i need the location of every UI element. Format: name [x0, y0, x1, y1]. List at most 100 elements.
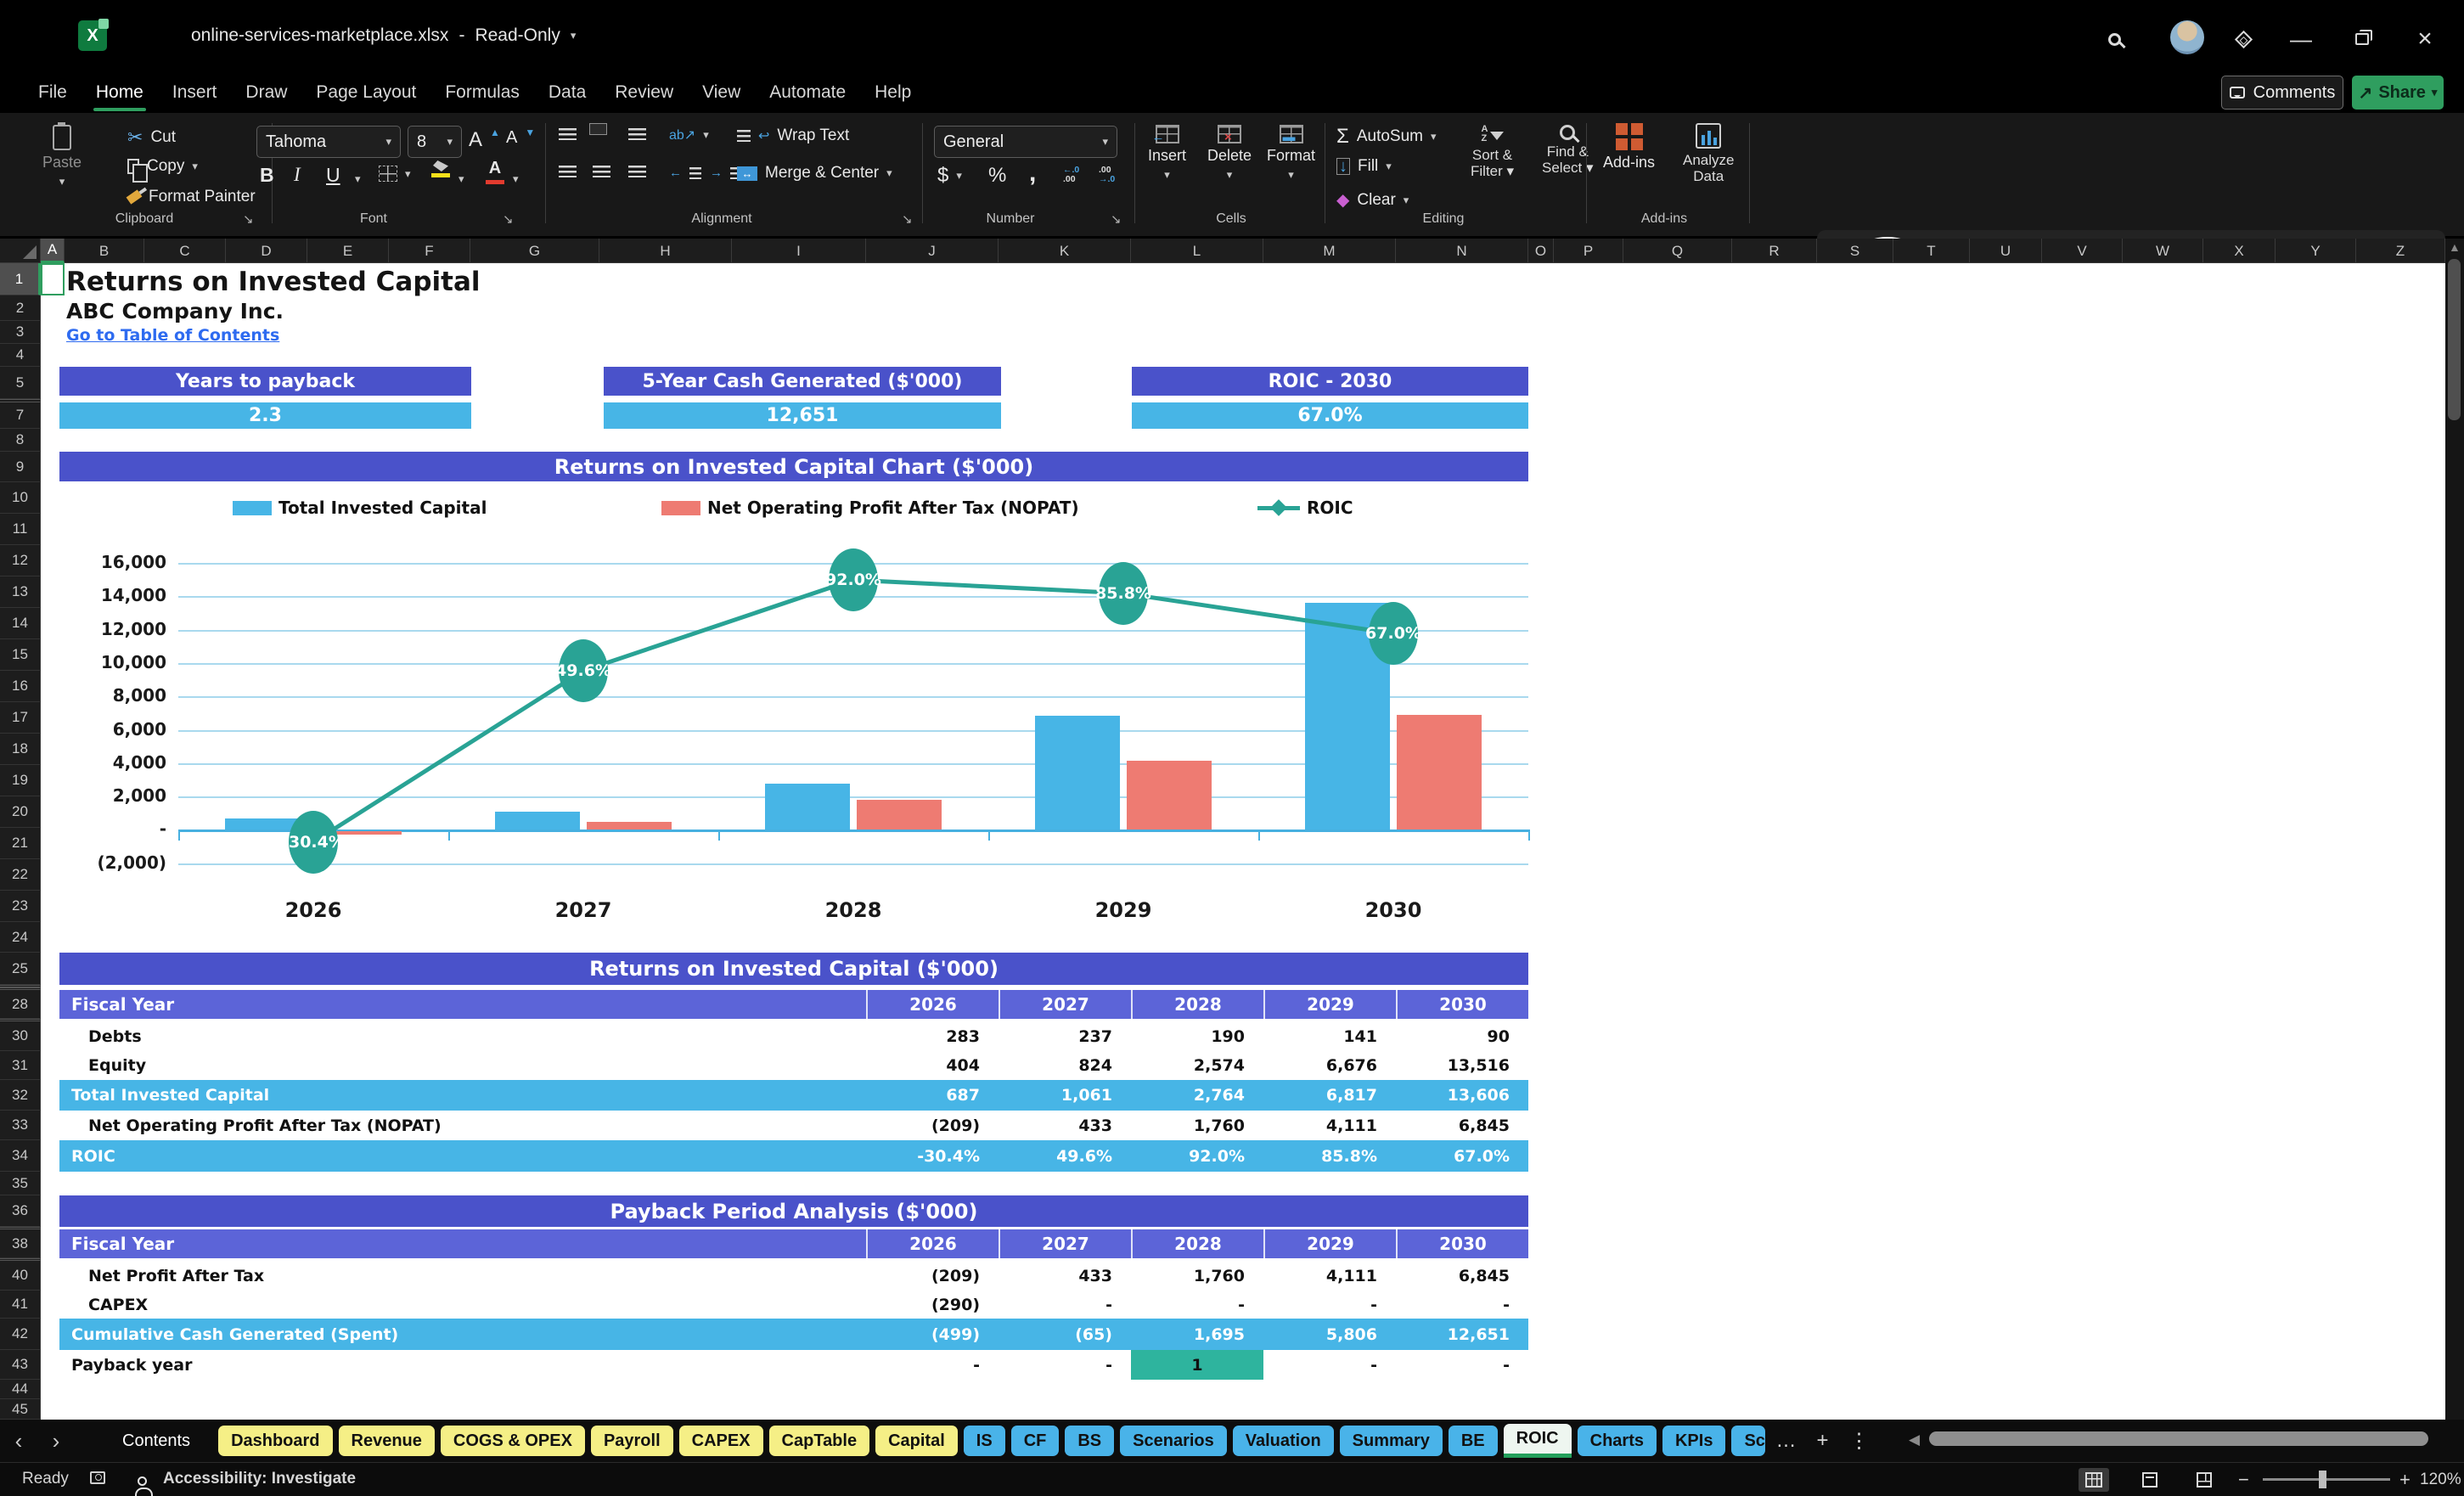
insert-cells-button[interactable]: ← Insert ▾ — [1148, 125, 1186, 182]
decrease-font-button[interactable]: A ▼ — [506, 127, 535, 148]
sort-filter-button[interactable]: AZ Sort & Filter ▾ — [1471, 125, 1514, 180]
page-layout-view-button[interactable] — [2135, 1468, 2165, 1492]
column-header-E[interactable]: E — [307, 239, 389, 263]
row-header-16[interactable]: 16 — [0, 671, 41, 702]
row-header-5[interactable]: 5 — [0, 367, 41, 399]
font-color-chevron-icon[interactable]: ▾ — [513, 172, 519, 186]
column-header-L[interactable]: L — [1131, 239, 1263, 263]
copy-button[interactable]: Copy ▾ — [127, 157, 198, 183]
zoom-in-button[interactable]: + — [2399, 1469, 2411, 1491]
row-header-22[interactable]: 22 — [0, 859, 41, 891]
fill-color-chevron-icon[interactable]: ▾ — [458, 172, 464, 186]
page-break-view-button[interactable] — [2189, 1468, 2219, 1492]
align-middle-button[interactable] — [589, 123, 607, 135]
format-painter-button[interactable]: Format Painter — [126, 188, 256, 206]
zoom-slider-thumb[interactable] — [2319, 1471, 2326, 1488]
row-header-14[interactable]: 14 — [0, 608, 41, 639]
row-header-2[interactable]: 2 — [0, 295, 41, 321]
macro-record-icon[interactable] — [90, 1471, 105, 1484]
close-button[interactable]: × — [2408, 22, 2442, 56]
minimize-button[interactable]: — — [2284, 22, 2318, 56]
bold-button[interactable]: B — [260, 164, 274, 187]
column-header-F[interactable]: F — [389, 239, 470, 263]
underline-chevron-icon[interactable]: ▾ — [355, 172, 361, 186]
column-header-N[interactable]: N — [1396, 239, 1528, 263]
delete-cells-button[interactable]: × Delete ▾ — [1207, 125, 1252, 182]
row-header-38[interactable]: 38 — [0, 1229, 41, 1258]
menu-tab-formulas[interactable]: Formulas — [430, 72, 534, 113]
column-header-I[interactable]: I — [732, 239, 866, 263]
increase-font-button[interactable]: A ▲ — [469, 127, 500, 152]
menu-tab-insert[interactable]: Insert — [158, 72, 232, 113]
autosum-button[interactable]: Σ AutoSum ▾ — [1336, 125, 1437, 149]
borders-button[interactable]: ▾ — [379, 166, 411, 182]
column-header-C[interactable]: C — [144, 239, 226, 263]
new-sheet-button[interactable]: + — [1816, 1429, 1828, 1453]
avatar[interactable] — [2170, 20, 2204, 54]
table-of-contents-link[interactable]: Go to Table of Contents — [66, 326, 279, 345]
vertical-scrollbar[interactable]: ▲ — [2445, 239, 2464, 1420]
align-right-button[interactable] — [628, 166, 646, 177]
tab-nav-left-icon[interactable]: ‹ — [0, 1428, 37, 1454]
column-header-H[interactable]: H — [599, 239, 732, 263]
read-only-label[interactable]: Read-Only — [475, 25, 560, 46]
row-header-34[interactable]: 34 — [0, 1140, 41, 1172]
row-header-40[interactable]: 40 — [0, 1261, 41, 1291]
menu-tab-automate[interactable]: Automate — [755, 72, 860, 113]
row-header-43[interactable]: 43 — [0, 1350, 41, 1380]
row-header-3[interactable]: 3 — [0, 321, 41, 344]
column-header-B[interactable]: B — [65, 239, 144, 263]
sheet-tab-payroll[interactable]: Payroll — [590, 1426, 673, 1456]
row-header-13[interactable]: 13 — [0, 576, 41, 608]
paste-button[interactable]: Paste ▾ — [42, 122, 82, 188]
horizontal-scroll-thumb[interactable] — [1929, 1431, 2428, 1446]
column-header-G[interactable]: G — [470, 239, 599, 263]
column-header-R[interactable]: R — [1732, 239, 1817, 263]
row-header-1[interactable]: 1 — [0, 263, 41, 295]
read-only-chevron-icon[interactable]: ▾ — [571, 29, 577, 42]
column-header-O[interactable]: O — [1528, 239, 1554, 263]
restore-button[interactable] — [2345, 22, 2379, 56]
menu-tab-page-layout[interactable]: Page Layout — [301, 72, 430, 113]
menu-tab-help[interactable]: Help — [860, 72, 925, 113]
add-ins-button[interactable]: Add-ins — [1603, 123, 1655, 172]
column-header-Q[interactable]: Q — [1623, 239, 1732, 263]
zoom-slider[interactable] — [2263, 1478, 2390, 1481]
sheet-tab-sc[interactable]: Sc — [1731, 1426, 1766, 1456]
column-header-V[interactable]: V — [2042, 239, 2123, 263]
comments-button[interactable]: Comments — [2221, 76, 2343, 110]
row-header-44[interactable]: 44 — [0, 1380, 41, 1399]
fill-button[interactable]: ↓ Fill ▾ — [1336, 157, 1392, 176]
column-header-W[interactable]: W — [2123, 239, 2203, 263]
row-header-9[interactable]: 9 — [0, 452, 41, 482]
row-header-10[interactable]: 10 — [0, 482, 41, 514]
wrap-text-button[interactable]: ↩ Wrap Text — [737, 127, 849, 145]
row-header-30[interactable]: 30 — [0, 1021, 41, 1051]
sheet-tab-cogs-opex[interactable]: COGS & OPEX — [440, 1426, 585, 1456]
row-header-33[interactable]: 33 — [0, 1111, 41, 1140]
column-header-P[interactable]: P — [1554, 239, 1623, 263]
number-format-select[interactable]: General ▾ — [934, 126, 1117, 158]
row-header-19[interactable]: 19 — [0, 765, 41, 796]
menu-tab-data[interactable]: Data — [534, 72, 600, 113]
column-header-K[interactable]: K — [999, 239, 1131, 263]
sheet-tab-kpis[interactable]: KPIs — [1662, 1426, 1726, 1456]
sheet-tab-bs[interactable]: BS — [1065, 1426, 1115, 1456]
hscroll-left-icon[interactable]: ◀ — [1909, 1431, 1920, 1448]
row-header-18[interactable]: 18 — [0, 734, 41, 765]
menu-tab-review[interactable]: Review — [600, 72, 688, 113]
row-header-36[interactable]: 36 — [0, 1195, 41, 1227]
menu-tab-draw[interactable]: Draw — [231, 72, 301, 113]
select-all-corner[interactable] — [0, 239, 41, 263]
cut-button[interactable]: ✂ Cut — [127, 127, 176, 149]
column-header-D[interactable]: D — [226, 239, 307, 263]
alignment-dialog-launcher[interactable]: ↘ — [902, 211, 913, 227]
sheet-tab-is[interactable]: IS — [963, 1426, 1005, 1456]
row-header-17[interactable]: 17 — [0, 702, 41, 734]
font-family-select[interactable]: Tahoma ▾ — [256, 126, 401, 158]
sheet-tab-charts[interactable]: Charts — [1577, 1426, 1657, 1456]
vertical-scroll-thumb[interactable] — [2448, 259, 2461, 420]
share-button[interactable]: ↗ Share ▾ — [2352, 76, 2444, 110]
sheet-tab-summary[interactable]: Summary — [1339, 1426, 1443, 1456]
row-header-32[interactable]: 32 — [0, 1080, 41, 1111]
